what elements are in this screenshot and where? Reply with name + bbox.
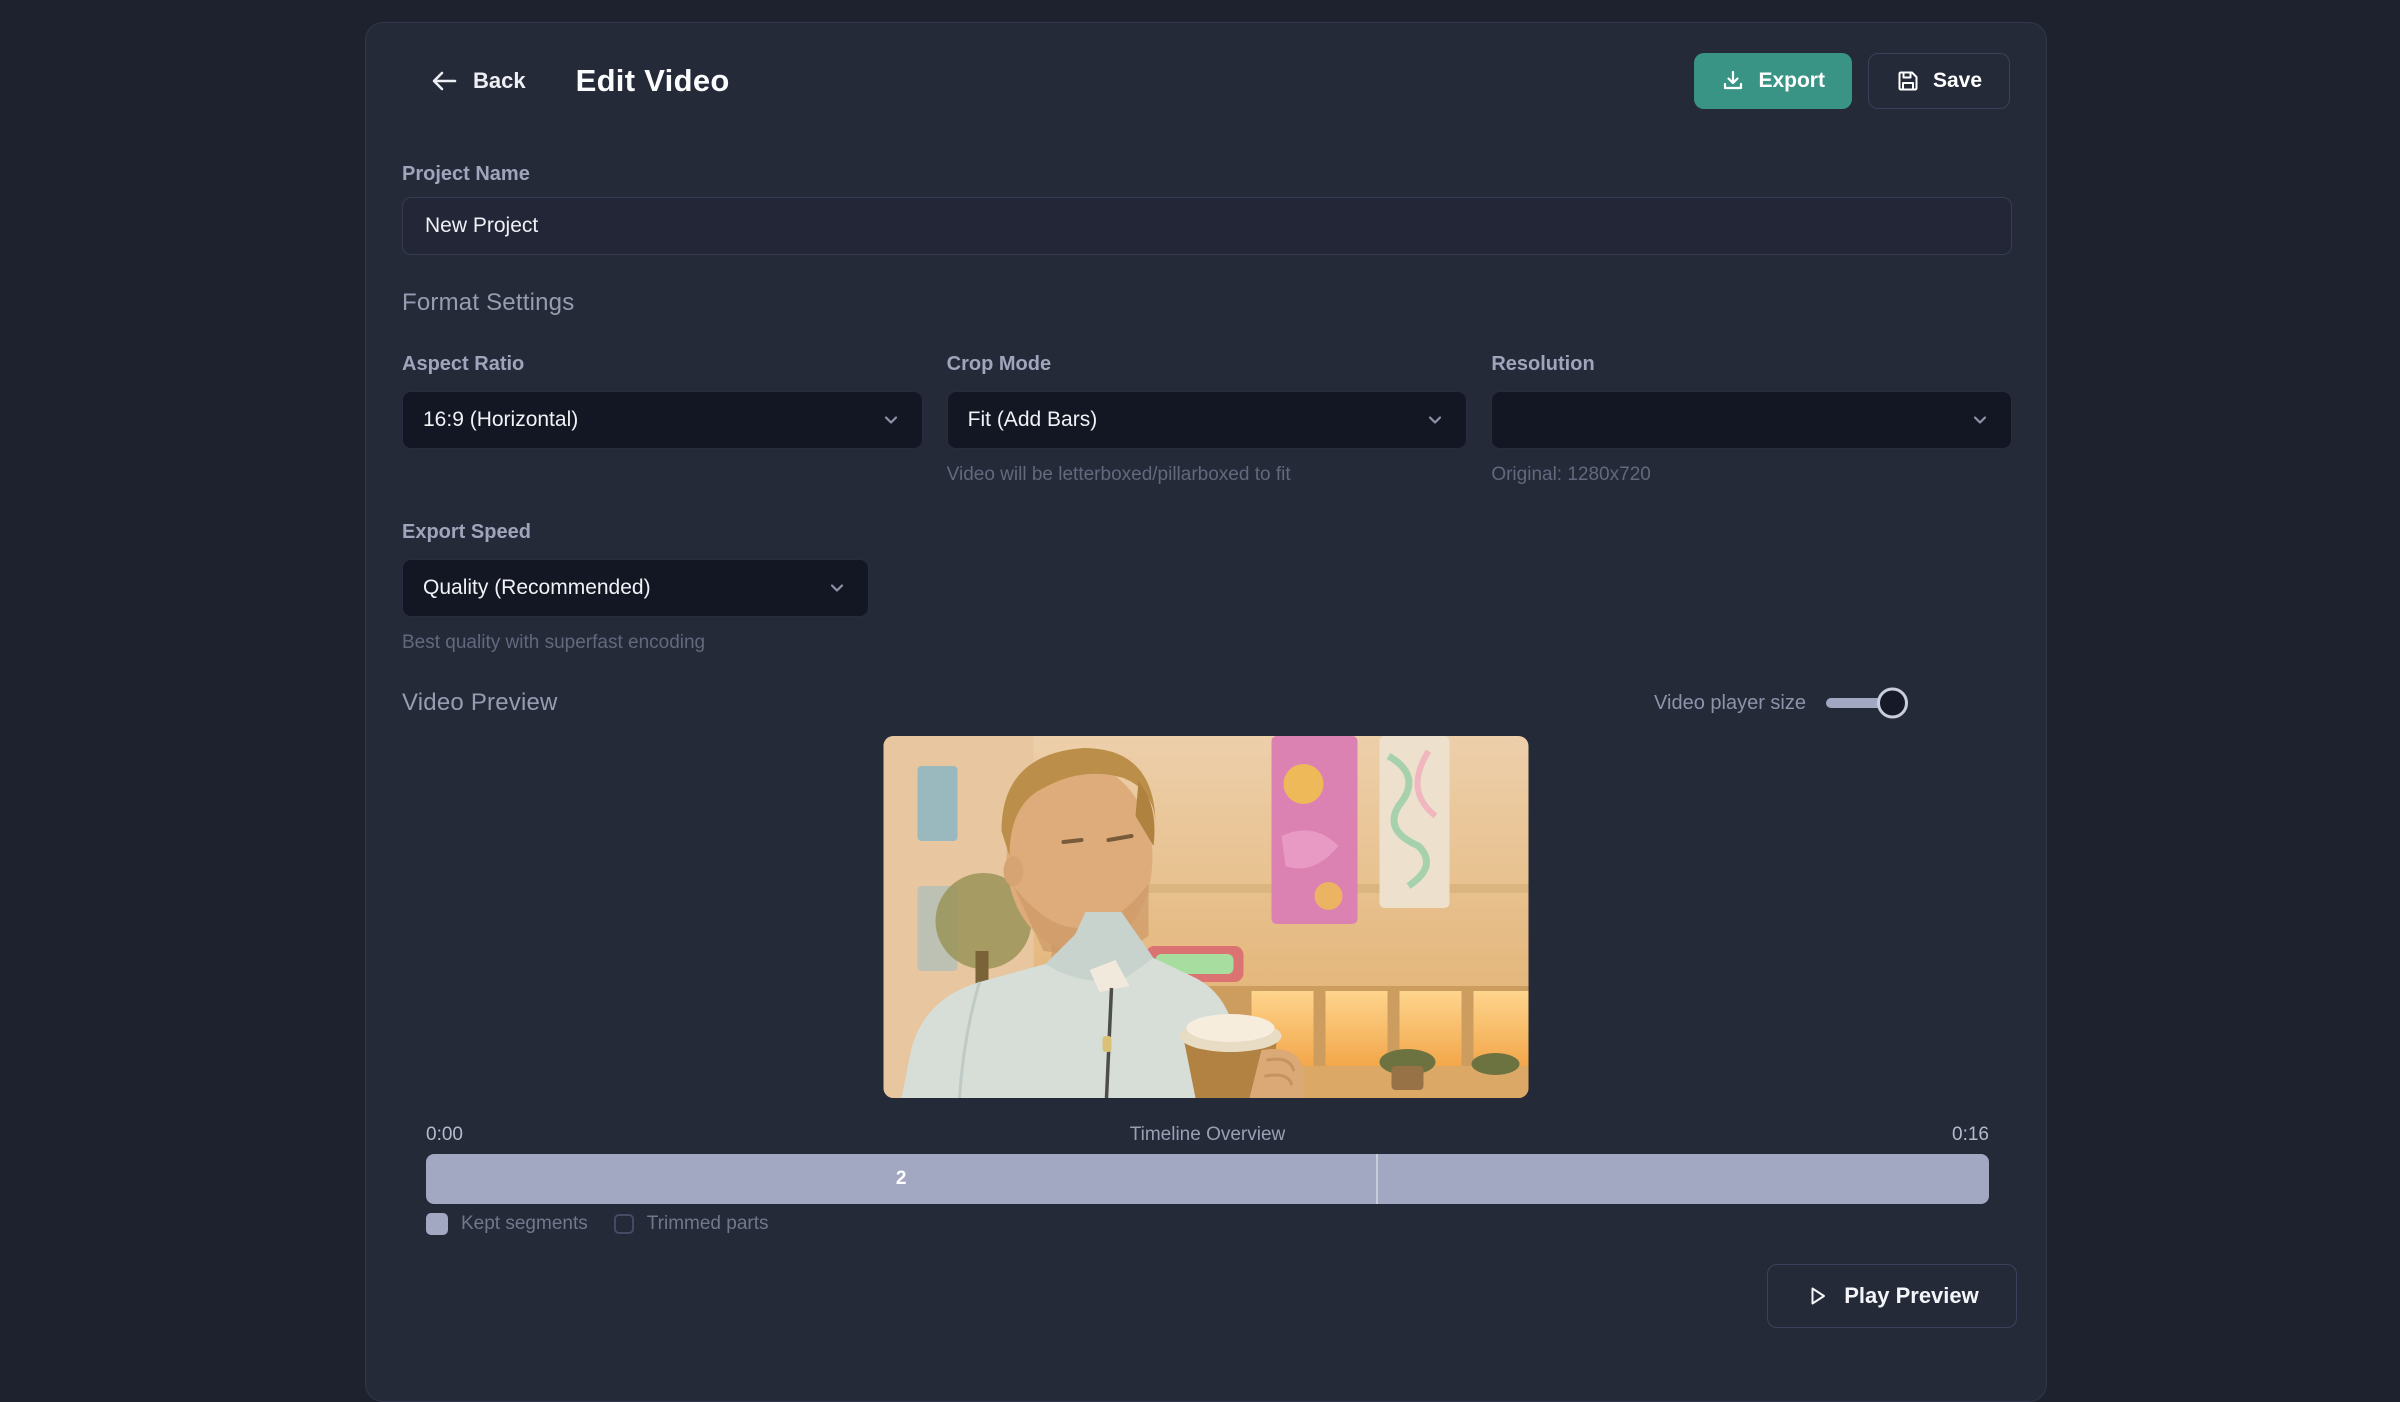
timeline-segment[interactable] xyxy=(1376,1154,1989,1204)
video-preview-frame[interactable] xyxy=(884,736,1529,1098)
legend-item-kept: Kept segments xyxy=(426,1213,588,1235)
export-button[interactable]: Export xyxy=(1694,53,1852,109)
back-button[interactable]: Back xyxy=(430,68,526,94)
timeline-segment[interactable]: 2 xyxy=(426,1154,1376,1204)
resolution-field: Resolution Original: 1280x720 xyxy=(1491,353,2012,486)
timeline-legend: Kept segments Trimmed parts xyxy=(426,1213,769,1235)
kept-segments-swatch xyxy=(426,1213,448,1235)
chevron-down-icon xyxy=(1969,409,1991,431)
crop-mode-value: Fit (Add Bars) xyxy=(968,408,1098,432)
video-preview-header: Video Preview Video player size xyxy=(402,689,2010,717)
play-icon xyxy=(1805,1284,1829,1308)
save-button[interactable]: Save xyxy=(1868,53,2010,109)
chevron-down-icon xyxy=(826,577,848,599)
save-icon xyxy=(1896,69,1920,93)
resolution-helper: Original: 1280x720 xyxy=(1491,464,2012,486)
trimmed-parts-label: Trimmed parts xyxy=(647,1213,769,1235)
timeline-overview-bar[interactable]: 2 xyxy=(426,1154,1989,1204)
project-name-value: New Project xyxy=(425,214,538,238)
chevron-down-icon xyxy=(1424,409,1446,431)
aspect-ratio-select[interactable]: 16:9 (Horizontal) xyxy=(402,391,923,449)
page-title: Edit Video xyxy=(576,63,730,99)
timeline-segment-label: 2 xyxy=(896,1168,907,1190)
download-icon xyxy=(1721,69,1745,93)
timeline-start-time: 0:00 xyxy=(426,1124,463,1146)
play-preview-button[interactable]: Play Preview xyxy=(1767,1264,2017,1328)
header-actions: Export Save xyxy=(1694,53,2010,109)
crop-mode-helper: Video will be letterboxed/pillarboxed to… xyxy=(947,464,1468,486)
legend-item-trimmed: Trimmed parts xyxy=(614,1213,769,1235)
project-name-input[interactable]: New Project xyxy=(402,197,2012,255)
export-label: Export xyxy=(1758,69,1825,93)
player-size-label: Video player size xyxy=(1654,692,1806,715)
crop-mode-field: Crop Mode Fit (Add Bars) Video will be l… xyxy=(947,353,1468,486)
timeline-title: Timeline Overview xyxy=(463,1124,1952,1146)
video-preview-title: Video Preview xyxy=(402,689,558,717)
aspect-ratio-field: Aspect Ratio 16:9 (Horizontal) xyxy=(402,353,923,486)
video-still xyxy=(884,736,1529,1098)
aspect-ratio-value: 16:9 (Horizontal) xyxy=(423,408,578,432)
export-speed-select[interactable]: Quality (Recommended) xyxy=(402,559,869,617)
back-label: Back xyxy=(473,68,526,94)
back-arrow-icon xyxy=(430,69,458,93)
save-label: Save xyxy=(1933,69,1982,93)
export-speed-value: Quality (Recommended) xyxy=(423,576,651,600)
aspect-ratio-label: Aspect Ratio xyxy=(402,353,923,376)
timeline-end-time: 0:16 xyxy=(1952,1124,1989,1146)
player-size-slider[interactable] xyxy=(1826,698,1890,708)
project-name-label: Project Name xyxy=(402,163,530,186)
header: Back Edit Video Export Save xyxy=(402,49,2010,113)
export-speed-label: Export Speed xyxy=(402,521,869,544)
chevron-down-icon xyxy=(880,409,902,431)
crop-mode-select[interactable]: Fit (Add Bars) xyxy=(947,391,1468,449)
resolution-select[interactable] xyxy=(1491,391,2012,449)
play-preview-label: Play Preview xyxy=(1844,1283,1979,1309)
kept-segments-label: Kept segments xyxy=(461,1213,588,1235)
player-size-control: Video player size xyxy=(1654,692,2010,715)
timeline-labels: 0:00 Timeline Overview 0:16 xyxy=(426,1124,1989,1146)
crop-mode-label: Crop Mode xyxy=(947,353,1468,376)
format-settings-title: Format Settings xyxy=(402,289,574,317)
edit-video-panel: Back Edit Video Export Save Project Name… xyxy=(365,22,2047,1402)
export-speed-field: Export Speed Quality (Recommended) Best … xyxy=(402,521,869,654)
player-size-slider-knob[interactable] xyxy=(1877,688,1908,719)
format-settings-grid: Aspect Ratio 16:9 (Horizontal) Crop Mode… xyxy=(402,353,2012,486)
resolution-label: Resolution xyxy=(1491,353,2012,376)
trimmed-parts-swatch xyxy=(614,1214,634,1234)
export-speed-helper: Best quality with superfast encoding xyxy=(402,632,869,654)
